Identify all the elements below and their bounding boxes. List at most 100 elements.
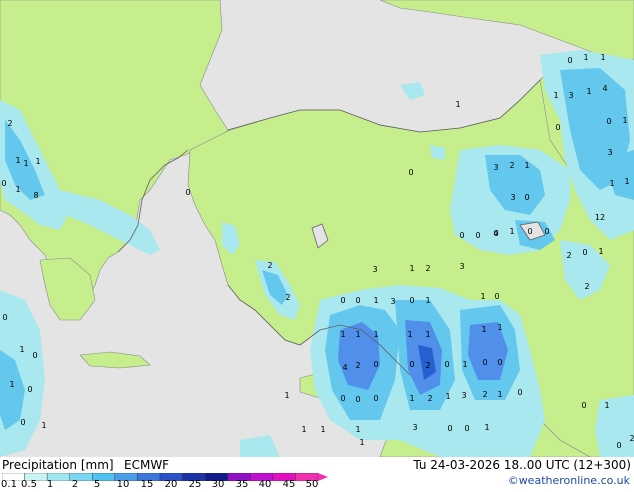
precip-value-label: 1 xyxy=(425,296,430,305)
precip-value-label: 1 xyxy=(604,401,609,410)
precip-value-label: 1 xyxy=(622,116,627,125)
precip-value-label: 0 xyxy=(20,418,25,427)
precip-value-label: 2 xyxy=(427,394,432,403)
precip-value-label: 0 xyxy=(497,358,502,367)
scale-tick-label: 45 xyxy=(282,479,296,490)
scale-tick-label: 30 xyxy=(211,479,225,490)
precip-value-label: 0 xyxy=(373,394,378,403)
precip-value-label: 1 xyxy=(355,425,360,434)
precip-value-label: 2 xyxy=(425,264,430,273)
precip-value-label: 1 xyxy=(425,330,430,339)
scale-tick-label: 5 xyxy=(93,479,101,490)
precip-value-label: 0 xyxy=(447,424,452,433)
precip-value-label: 1 xyxy=(497,323,502,332)
precip-value-label: 3 xyxy=(568,91,573,100)
precip-value-label: 0 xyxy=(606,117,611,126)
precip-value-label: 1 xyxy=(373,296,378,305)
precip-area xyxy=(595,395,634,457)
precip-value-label: 1 xyxy=(462,360,467,369)
precip-value-label: 1 xyxy=(524,161,529,170)
precip-value-label: 0 xyxy=(409,296,414,305)
precip-value-label: 1 xyxy=(583,53,588,62)
precip-value-label: 1 xyxy=(284,391,289,400)
precip-value-label: 1 xyxy=(340,330,345,339)
precip-value-label: 2 xyxy=(482,390,487,399)
precip-value-label: 1 xyxy=(373,330,378,339)
precip-value-label: 0 xyxy=(494,292,499,301)
precip-value-label: 1 xyxy=(609,179,614,188)
precip-value-label: 0 xyxy=(27,385,32,394)
precip-value-label: 0 xyxy=(409,360,414,369)
precip-value-label: 1 xyxy=(484,423,489,432)
scale-tick-label: 15 xyxy=(140,479,154,490)
precip-value-label: 0 xyxy=(581,401,586,410)
precip-value-label: 1 xyxy=(600,53,605,62)
precip-value-label: 3 xyxy=(459,262,464,271)
precip-value-label: 2 xyxy=(7,119,12,128)
precip-value-label: 4 xyxy=(493,229,498,238)
precip-value-label: 2 xyxy=(566,251,571,260)
scale-tick-label: 25 xyxy=(188,479,202,490)
precip-value-label: 1 xyxy=(41,421,46,430)
precip-value-label: 1 xyxy=(15,156,20,165)
map-canvas: 21 1 18100010 1 11 3 1 400 131 13 2 13 000 0 4 1 0 02 0 121… xyxy=(0,0,634,457)
scale-tick-label: 0.5 xyxy=(21,479,37,490)
precip-value-label: 1 xyxy=(320,425,325,434)
precip-value-label: 1 xyxy=(23,159,28,168)
precip-value-label: 0 xyxy=(444,360,449,369)
precip-value-label: 0 xyxy=(517,388,522,397)
precip-value-label: 0 xyxy=(185,188,190,197)
precip-value-label: 1 xyxy=(497,390,502,399)
precip-value-label: 0 xyxy=(527,227,532,236)
precip-value-label: 1 xyxy=(9,380,14,389)
precip-value-label: 0 xyxy=(555,123,560,132)
precip-value-label: 1 xyxy=(481,325,486,334)
precip-value-label: 2 xyxy=(629,434,634,443)
scale-tick-label: 0.1 xyxy=(1,479,17,490)
precip-value-label: 0 xyxy=(567,56,572,65)
precip-value-label: 3 xyxy=(607,148,612,157)
precip-value-label: 2 xyxy=(267,261,272,270)
scale-tick-label: 20 xyxy=(164,479,178,490)
color-scale-ticks: 0.1 0.5 1 2 5 10 15 20 25 30 35 40 45 50 xyxy=(0,480,340,492)
precip-value-label: 0 xyxy=(32,351,37,360)
precip-value-label: 3 xyxy=(510,193,515,202)
precip-value-label: 1 xyxy=(445,392,450,401)
valid-time: Tu 24-03-2026 18..00 UTC (12+300) xyxy=(413,458,631,472)
precip-value-label: 4 xyxy=(602,84,607,93)
precip-value-label: 2 xyxy=(509,161,514,170)
precip-value-label: 2 xyxy=(285,293,290,302)
footer: Precipitation [mm] ECMWF Tu 24-03-2026 1… xyxy=(0,457,634,490)
precip-value-label: 2 xyxy=(425,361,430,370)
precip-value-label: 0 xyxy=(475,231,480,240)
precip-value-label: 1 xyxy=(19,345,24,354)
scale-tick-label: 1 xyxy=(46,479,54,490)
precip-value-label: 0 xyxy=(524,193,529,202)
precip-value-label: 1 xyxy=(553,91,558,100)
precip-value-label: 0 xyxy=(616,441,621,450)
precip-value-label: 0 xyxy=(1,179,6,188)
precip-value-label: 1 xyxy=(355,330,360,339)
precip-value-label: 0 xyxy=(544,227,549,236)
precip-value-label: 1 xyxy=(15,185,20,194)
precip-value-label: 2 xyxy=(584,282,589,291)
precip-value-label: 1 xyxy=(509,227,514,236)
model-label: ECMWF xyxy=(124,458,170,472)
precip-value-label: 0 xyxy=(464,424,469,433)
copyright-link[interactable]: ©weatheronline.co.uk xyxy=(508,474,630,488)
precip-value-label: 0 xyxy=(582,248,587,257)
precip-value-label: 1 xyxy=(35,157,40,166)
precip-value-label: 0 xyxy=(408,168,413,177)
precip-value-label: 3 xyxy=(390,297,395,306)
scale-tick-label: 50 xyxy=(305,479,319,490)
precip-value-label: 1 xyxy=(624,177,629,186)
precip-value-label: 0 xyxy=(355,296,360,305)
scale-tick-label: 40 xyxy=(258,479,272,490)
precip-value-label: 1 xyxy=(409,264,414,273)
scale-tick-label: 10 xyxy=(116,479,130,490)
precip-value-label: 0 xyxy=(340,296,345,305)
precip-value-label: 1 xyxy=(598,247,603,256)
precip-value-label: 4 xyxy=(342,363,347,372)
precip-value-label: 8 xyxy=(33,191,38,200)
precip-value-label: 1 xyxy=(480,292,485,301)
